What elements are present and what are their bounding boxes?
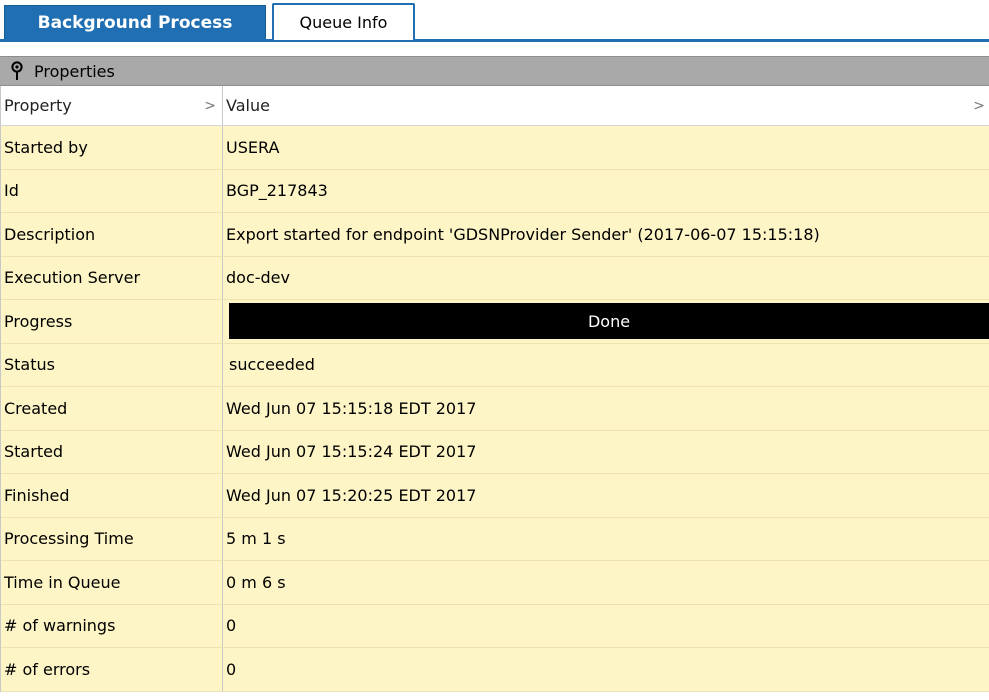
tab-bar: Background Process Queue Info [0,0,989,42]
tab-queue-info[interactable]: Queue Info [272,3,415,40]
pin-icon[interactable] [6,58,28,84]
property-value: Wed Jun 07 15:15:18 EDT 2017 [226,398,477,418]
column-header-property-label: Property [4,96,72,115]
table-row-execution-server[interactable]: Execution Server doc-dev [1,256,989,300]
property-value: USERA [226,137,280,157]
property-value: 0 [226,616,237,636]
property-name: # of errors [1,648,223,691]
property-value: 0 m 6 s [226,572,286,592]
column-header-value-label: Value [226,96,270,115]
property-value: Wed Jun 07 15:20:25 EDT 2017 [226,485,477,505]
table-row-id[interactable]: Id BGP_217843 [1,169,989,213]
tab-background-process[interactable]: Background Process [4,5,266,39]
background-process-window: Background Process Queue Info Properties… [0,0,989,700]
properties-panel-header[interactable]: Properties [0,56,989,86]
table-header: Property > Value > [1,86,989,126]
table-row-started[interactable]: Started Wed Jun 07 15:15:24 EDT 2017 [1,430,989,474]
property-name: Description [1,213,223,256]
property-name: Id [1,169,223,212]
table-row-errors[interactable]: # of errors 0 [1,648,989,692]
property-name: Execution Server [1,256,223,299]
properties-table: Property > Value > Started by USERA Id B… [0,86,989,692]
progress-cell: Done [223,300,989,343]
table-row-progress[interactable]: Progress Done [1,300,989,344]
sort-chevron-icon: > [204,97,216,114]
table-row-description[interactable]: Description Export started for endpoint … [1,213,989,257]
property-value: Wed Jun 07 15:15:24 EDT 2017 [226,442,477,462]
tab-bar-underline [0,39,989,42]
property-name: Finished [1,474,223,517]
property-value: BGP_217843 [226,181,328,201]
property-name: Processing Time [1,517,223,560]
property-name: Created [1,387,223,430]
property-value: 0 [226,659,237,679]
property-value: Export started for endpoint 'GDSNProvide… [226,224,820,244]
table-row-finished[interactable]: Finished Wed Jun 07 15:20:25 EDT 2017 [1,474,989,518]
property-name: Progress [1,300,223,343]
table-row-created[interactable]: Created Wed Jun 07 15:15:18 EDT 2017 [1,387,989,431]
progress-label: Done [587,311,631,331]
tab-queue-info-label: Queue Info [299,13,388,32]
property-value: 5 m 1 s [226,529,286,549]
table-row-status[interactable]: Status succeeded [1,343,989,387]
table-row-time-in-queue[interactable]: Time in Queue 0 m 6 s [1,561,989,605]
column-header-value[interactable]: Value > [223,86,989,125]
table-row-started-by[interactable]: Started by USERA [1,126,989,170]
property-name: Started [1,430,223,473]
progress-bar: Done [229,303,989,340]
properties-title: Properties [34,61,115,81]
property-name: Status [1,343,223,386]
tab-background-process-label: Background Process [37,12,233,33]
table-row-warnings[interactable]: # of warnings 0 [1,604,989,648]
property-name: Started by [1,126,223,169]
property-value: succeeded [229,355,315,375]
property-value: doc-dev [226,268,290,288]
property-name: # of warnings [1,604,223,647]
sort-chevron-icon: > [973,97,985,114]
property-name: Time in Queue [1,561,223,604]
table-row-processing-time[interactable]: Processing Time 5 m 1 s [1,517,989,561]
column-header-property[interactable]: Property > [1,86,223,125]
